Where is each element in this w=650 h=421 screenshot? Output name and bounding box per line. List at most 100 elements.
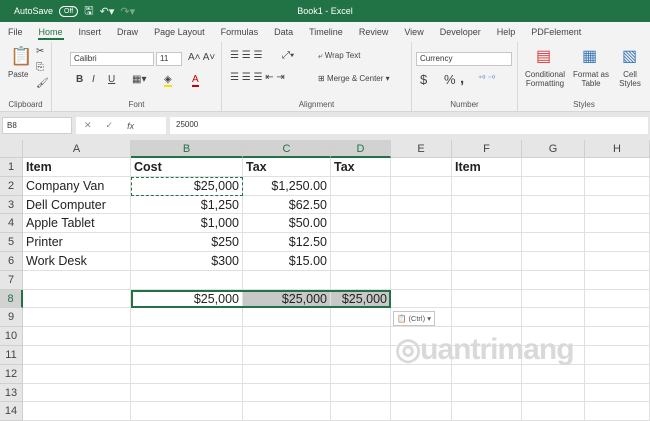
format-painter-icon[interactable]: 🖌 xyxy=(36,78,49,89)
cell-H12[interactable] xyxy=(585,364,650,384)
tab-data[interactable]: Data xyxy=(266,22,301,42)
cell-A10[interactable] xyxy=(23,327,131,346)
cell-C13[interactable] xyxy=(243,383,331,403)
cell-E8[interactable] xyxy=(391,289,452,309)
cell-C9[interactable] xyxy=(243,308,331,328)
cell-B11[interactable] xyxy=(131,346,243,365)
cell-A9[interactable] xyxy=(23,308,131,328)
cell-C12[interactable] xyxy=(243,364,331,384)
comma-button[interactable]: , xyxy=(460,70,464,87)
cell-F12[interactable] xyxy=(452,364,522,384)
format-table-icon[interactable]: ▦ xyxy=(582,46,597,66)
cell-C4[interactable]: $50.00 xyxy=(243,214,331,234)
column-header-A[interactable]: A xyxy=(23,140,131,158)
cell-D14[interactable] xyxy=(331,402,391,421)
bold-button[interactable]: B xyxy=(76,74,83,85)
row-header-12[interactable]: 12 xyxy=(0,364,23,384)
column-header-H[interactable]: H xyxy=(585,140,650,158)
cell-E4[interactable] xyxy=(391,214,452,234)
cell-G2[interactable] xyxy=(522,176,585,196)
row-header-8[interactable]: 8 xyxy=(0,289,23,309)
cell-A3[interactable]: Dell Computer xyxy=(23,195,131,215)
italic-button[interactable]: I xyxy=(92,74,95,85)
fx-icon[interactable]: fx xyxy=(127,121,134,131)
spreadsheet-grid[interactable]: A B C D E F G H 1 Item Cost Tax Tax Item 2 Company Van $… xyxy=(0,140,650,421)
save-icon[interactable]: 🖫 xyxy=(84,2,93,21)
formula-input[interactable]: 25000 xyxy=(170,117,648,134)
cut-icon[interactable]: ✂ xyxy=(36,46,44,57)
cell-C7[interactable] xyxy=(243,270,331,290)
font-size-select[interactable]: 11 xyxy=(156,52,182,66)
tab-page-layout[interactable]: Page Layout xyxy=(146,22,213,42)
cell-D13[interactable] xyxy=(331,383,391,403)
cell-B1[interactable]: Cost xyxy=(131,158,243,177)
cell-D11[interactable] xyxy=(331,346,391,365)
column-header-F[interactable]: F xyxy=(452,140,522,158)
cell-B13[interactable] xyxy=(131,383,243,403)
cancel-icon[interactable]: ✕ xyxy=(84,120,92,131)
row-header-11[interactable]: 11 xyxy=(0,346,23,365)
cell-C10[interactable] xyxy=(243,327,331,346)
row-header-9[interactable]: 9 xyxy=(0,308,23,328)
tab-home[interactable]: Home xyxy=(31,22,71,42)
cell-F2[interactable] xyxy=(452,176,522,196)
conditional-formatting-icon[interactable]: ▤ xyxy=(536,46,551,66)
cell-A12[interactable] xyxy=(23,364,131,384)
cell-G8[interactable] xyxy=(522,289,585,309)
cell-E13[interactable] xyxy=(391,383,452,403)
cell-A7[interactable] xyxy=(23,270,131,290)
cell-H1[interactable] xyxy=(585,158,650,177)
cell-B12[interactable] xyxy=(131,364,243,384)
cell-A5[interactable]: Printer xyxy=(23,233,131,252)
cell-C11[interactable] xyxy=(243,346,331,365)
cell-G4[interactable] xyxy=(522,214,585,234)
cell-E3[interactable] xyxy=(391,195,452,215)
cell-C1[interactable]: Tax xyxy=(243,158,331,177)
row-header-3[interactable]: 3 xyxy=(0,195,23,215)
cell-C14[interactable] xyxy=(243,402,331,421)
cell-E2[interactable] xyxy=(391,176,452,196)
cell-D6[interactable] xyxy=(331,252,391,271)
merge-center-button[interactable]: ⊞ Merge & Center ▾ xyxy=(318,74,390,83)
cell-G12[interactable] xyxy=(522,364,585,384)
cell-C3[interactable]: $62.50 xyxy=(243,195,331,215)
cell-B9[interactable] xyxy=(131,308,243,328)
cell-G6[interactable] xyxy=(522,252,585,271)
borders-icon[interactable]: ▦▾ xyxy=(132,74,146,85)
font-name-select[interactable]: Calibri xyxy=(70,52,154,66)
cell-F8[interactable] xyxy=(452,289,522,309)
column-header-C[interactable]: C xyxy=(243,140,331,158)
cell-E12[interactable] xyxy=(391,364,452,384)
row-header-1[interactable]: 1 xyxy=(0,158,23,177)
row-header-4[interactable]: 4 xyxy=(0,214,23,234)
cell-C5[interactable]: $12.50 xyxy=(243,233,331,252)
cell-E1[interactable] xyxy=(391,158,452,177)
tab-draw[interactable]: Draw xyxy=(109,22,146,42)
cell-E14[interactable] xyxy=(391,402,452,421)
cell-G9[interactable] xyxy=(522,308,585,328)
paste-options-button[interactable]: 📋 (Ctrl) ▾ xyxy=(393,311,435,326)
cell-H4[interactable] xyxy=(585,214,650,234)
cell-D4[interactable] xyxy=(331,214,391,234)
cell-B7[interactable] xyxy=(131,270,243,290)
cell-G1[interactable] xyxy=(522,158,585,177)
tab-timeline[interactable]: Timeline xyxy=(301,22,351,42)
format-as-table-button[interactable]: Format as Table xyxy=(570,70,612,88)
cell-A14[interactable] xyxy=(23,402,131,421)
cell-G5[interactable] xyxy=(522,233,585,252)
cell-D10[interactable] xyxy=(331,327,391,346)
column-header-D[interactable]: D xyxy=(331,140,391,158)
cell-E6[interactable] xyxy=(391,252,452,271)
percent-button[interactable]: % xyxy=(444,72,456,87)
cell-H8[interactable] xyxy=(585,289,650,309)
cell-styles-icon[interactable]: ▧ xyxy=(622,46,637,66)
grow-font-icon[interactable]: A˄ A˅ xyxy=(188,52,215,63)
paste-button[interactable]: Paste xyxy=(8,70,28,79)
cell-B6[interactable]: $300 xyxy=(131,252,243,271)
number-format-select[interactable]: Currency xyxy=(416,52,512,66)
cell-A11[interactable] xyxy=(23,346,131,365)
cell-H3[interactable] xyxy=(585,195,650,215)
cell-F6[interactable] xyxy=(452,252,522,271)
cell-styles-button[interactable]: Cell Styles xyxy=(614,70,646,88)
row-header-13[interactable]: 13 xyxy=(0,383,23,403)
